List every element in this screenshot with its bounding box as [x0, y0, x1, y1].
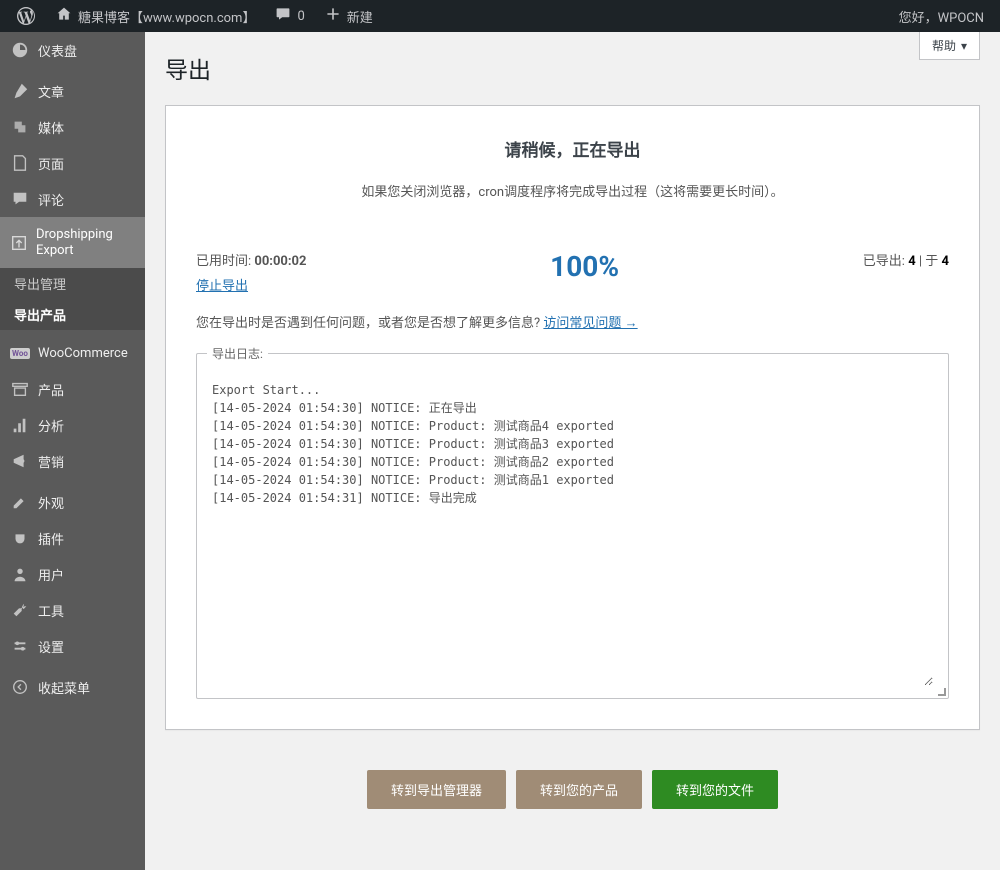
plugin-icon — [10, 528, 30, 548]
sidebar-item-label: 工具 — [38, 601, 64, 620]
help-label: 帮助 — [932, 37, 956, 54]
main-content: 帮助 ▾ 导出 请稍候，正在导出 如果您关闭浏览器，cron调度程序将完成导出过… — [145, 32, 1000, 870]
collapse-icon — [10, 677, 30, 697]
pin-icon — [10, 81, 30, 101]
site-title: 糖果博客【www.wpocn.com】 — [78, 7, 255, 26]
sidebar-item-appearance[interactable]: 外观 — [0, 484, 145, 520]
woo-icon: Woo — [10, 343, 30, 363]
panel-title: 请稍候，正在导出 — [196, 136, 949, 161]
panel-note: 如果您关闭浏览器，cron调度程序将完成导出过程（这将需要更长时间）。 — [196, 181, 949, 200]
export-log-box: 导出日志: Export Start... [14-05-2024 01:54:… — [196, 353, 949, 699]
sidebar-item-plugins[interactable]: 插件 — [0, 520, 145, 556]
sidebar-item-label: 营销 — [38, 452, 64, 471]
sidebar-item-posts[interactable]: 文章 — [0, 73, 145, 109]
sidebar-item-label: 仪表盘 — [38, 41, 77, 60]
help-tab[interactable]: 帮助 ▾ — [919, 32, 980, 60]
comment-icon — [10, 189, 30, 209]
media-icon — [10, 117, 30, 137]
resize-handle[interactable] — [934, 684, 946, 696]
submenu-item-export-manage[interactable]: 导出管理 — [0, 268, 145, 299]
sidebar-item-tools[interactable]: 工具 — [0, 592, 145, 628]
exported-count: 已导出: 4 | 于 4 — [863, 250, 949, 269]
elapsed-time: 已用时间: 00:00:02 — [196, 250, 306, 269]
analytics-icon — [10, 415, 30, 435]
progress-percent: 100% — [306, 250, 862, 283]
sidebar-item-label: 收起菜单 — [38, 678, 90, 697]
log-label: 导出日志: — [207, 345, 268, 362]
go-to-manager-button[interactable]: 转到导出管理器 — [367, 770, 506, 809]
sidebar-item-label: 文章 — [38, 82, 64, 101]
sidebar-item-collapse[interactable]: 收起菜单 — [0, 669, 145, 705]
sidebar-item-woocommerce[interactable]: Woo WooCommerce — [0, 335, 145, 371]
go-to-products-button[interactable]: 转到您的产品 — [516, 770, 642, 809]
sidebar-item-analytics[interactable]: 分析 — [0, 407, 145, 443]
progress-row: 已用时间: 00:00:02 停止导出 100% 已导出: 4 | 于 4 — [196, 250, 949, 294]
comment-count: 0 — [297, 9, 304, 24]
submenu-item-export-products[interactable]: 导出产品 — [0, 299, 145, 330]
sidebar-item-label: 插件 — [38, 529, 64, 548]
stop-export-link[interactable]: 停止导出 — [196, 279, 248, 294]
sidebar-item-label: 产品 — [38, 380, 64, 399]
account-link[interactable]: 您好，WPOCN — [891, 0, 992, 32]
site-name-link[interactable]: 糖果博客【www.wpocn.com】 — [48, 0, 263, 32]
page-title: 导出 — [165, 42, 980, 105]
chevron-down-icon: ▾ — [961, 39, 967, 53]
sidebar-item-dropshipping-export[interactable]: Dropshipping Export — [0, 217, 145, 268]
new-content-link[interactable]: 新建 — [317, 0, 381, 32]
home-icon — [56, 6, 72, 26]
sidebar-item-label: WooCommerce — [38, 346, 128, 361]
sidebar-item-label: 评论 — [38, 190, 64, 209]
action-buttons: 转到导出管理器 转到您的产品 转到您的文件 — [165, 770, 980, 809]
sidebar-item-media[interactable]: 媒体 — [0, 109, 145, 145]
admin-sidebar: 仪表盘 文章 媒体 页面 评论 Dropshipping Export 导出管理… — [0, 32, 145, 870]
plus-icon — [325, 6, 341, 26]
comment-icon — [275, 6, 291, 26]
sidebar-item-label: 媒体 — [38, 118, 64, 137]
product-icon — [10, 379, 30, 399]
tools-icon — [10, 600, 30, 620]
sidebar-item-products[interactable]: 产品 — [0, 371, 145, 407]
greeting-text: 您好，WPOCN — [899, 7, 984, 26]
marketing-icon — [10, 451, 30, 471]
admin-bar: 糖果博客【www.wpocn.com】 0 新建 您好，WPOCN — [0, 0, 1000, 32]
sidebar-item-dashboard[interactable]: 仪表盘 — [0, 32, 145, 68]
appearance-icon — [10, 492, 30, 512]
sidebar-item-label: Dropshipping Export — [36, 227, 135, 258]
faq-link[interactable]: 访问常见问题 → — [543, 316, 637, 331]
sidebar-item-users[interactable]: 用户 — [0, 556, 145, 592]
sidebar-submenu: 导出管理 导出产品 — [0, 268, 145, 330]
sidebar-item-label: 页面 — [38, 154, 64, 173]
sidebar-item-marketing[interactable]: 营销 — [0, 443, 145, 479]
sidebar-item-label: 分析 — [38, 416, 64, 435]
user-icon — [10, 564, 30, 584]
sidebar-item-label: 外观 — [38, 493, 64, 512]
export-icon — [10, 233, 28, 253]
go-to-file-button[interactable]: 转到您的文件 — [652, 770, 778, 809]
dashboard-icon — [10, 40, 30, 60]
page-icon — [10, 153, 30, 173]
sidebar-item-label: 用户 — [38, 565, 64, 584]
export-panel: 请稍候，正在导出 如果您关闭浏览器，cron调度程序将完成导出过程（这将需要更长… — [165, 105, 980, 730]
log-content: Export Start... [14-05-2024 01:54:30] NO… — [212, 366, 933, 686]
new-label: 新建 — [347, 7, 373, 26]
faq-row: 您在导出时是否遇到任何问题，或者您是否想了解更多信息? 访问常见问题 → — [196, 312, 949, 331]
sidebar-item-settings[interactable]: 设置 — [0, 628, 145, 664]
wordpress-icon — [16, 6, 36, 26]
settings-icon — [10, 636, 30, 656]
comments-link[interactable]: 0 — [267, 0, 312, 32]
sidebar-item-comments[interactable]: 评论 — [0, 181, 145, 217]
wp-logo[interactable] — [8, 0, 44, 32]
sidebar-item-pages[interactable]: 页面 — [0, 145, 145, 181]
sidebar-item-label: 设置 — [38, 637, 64, 656]
